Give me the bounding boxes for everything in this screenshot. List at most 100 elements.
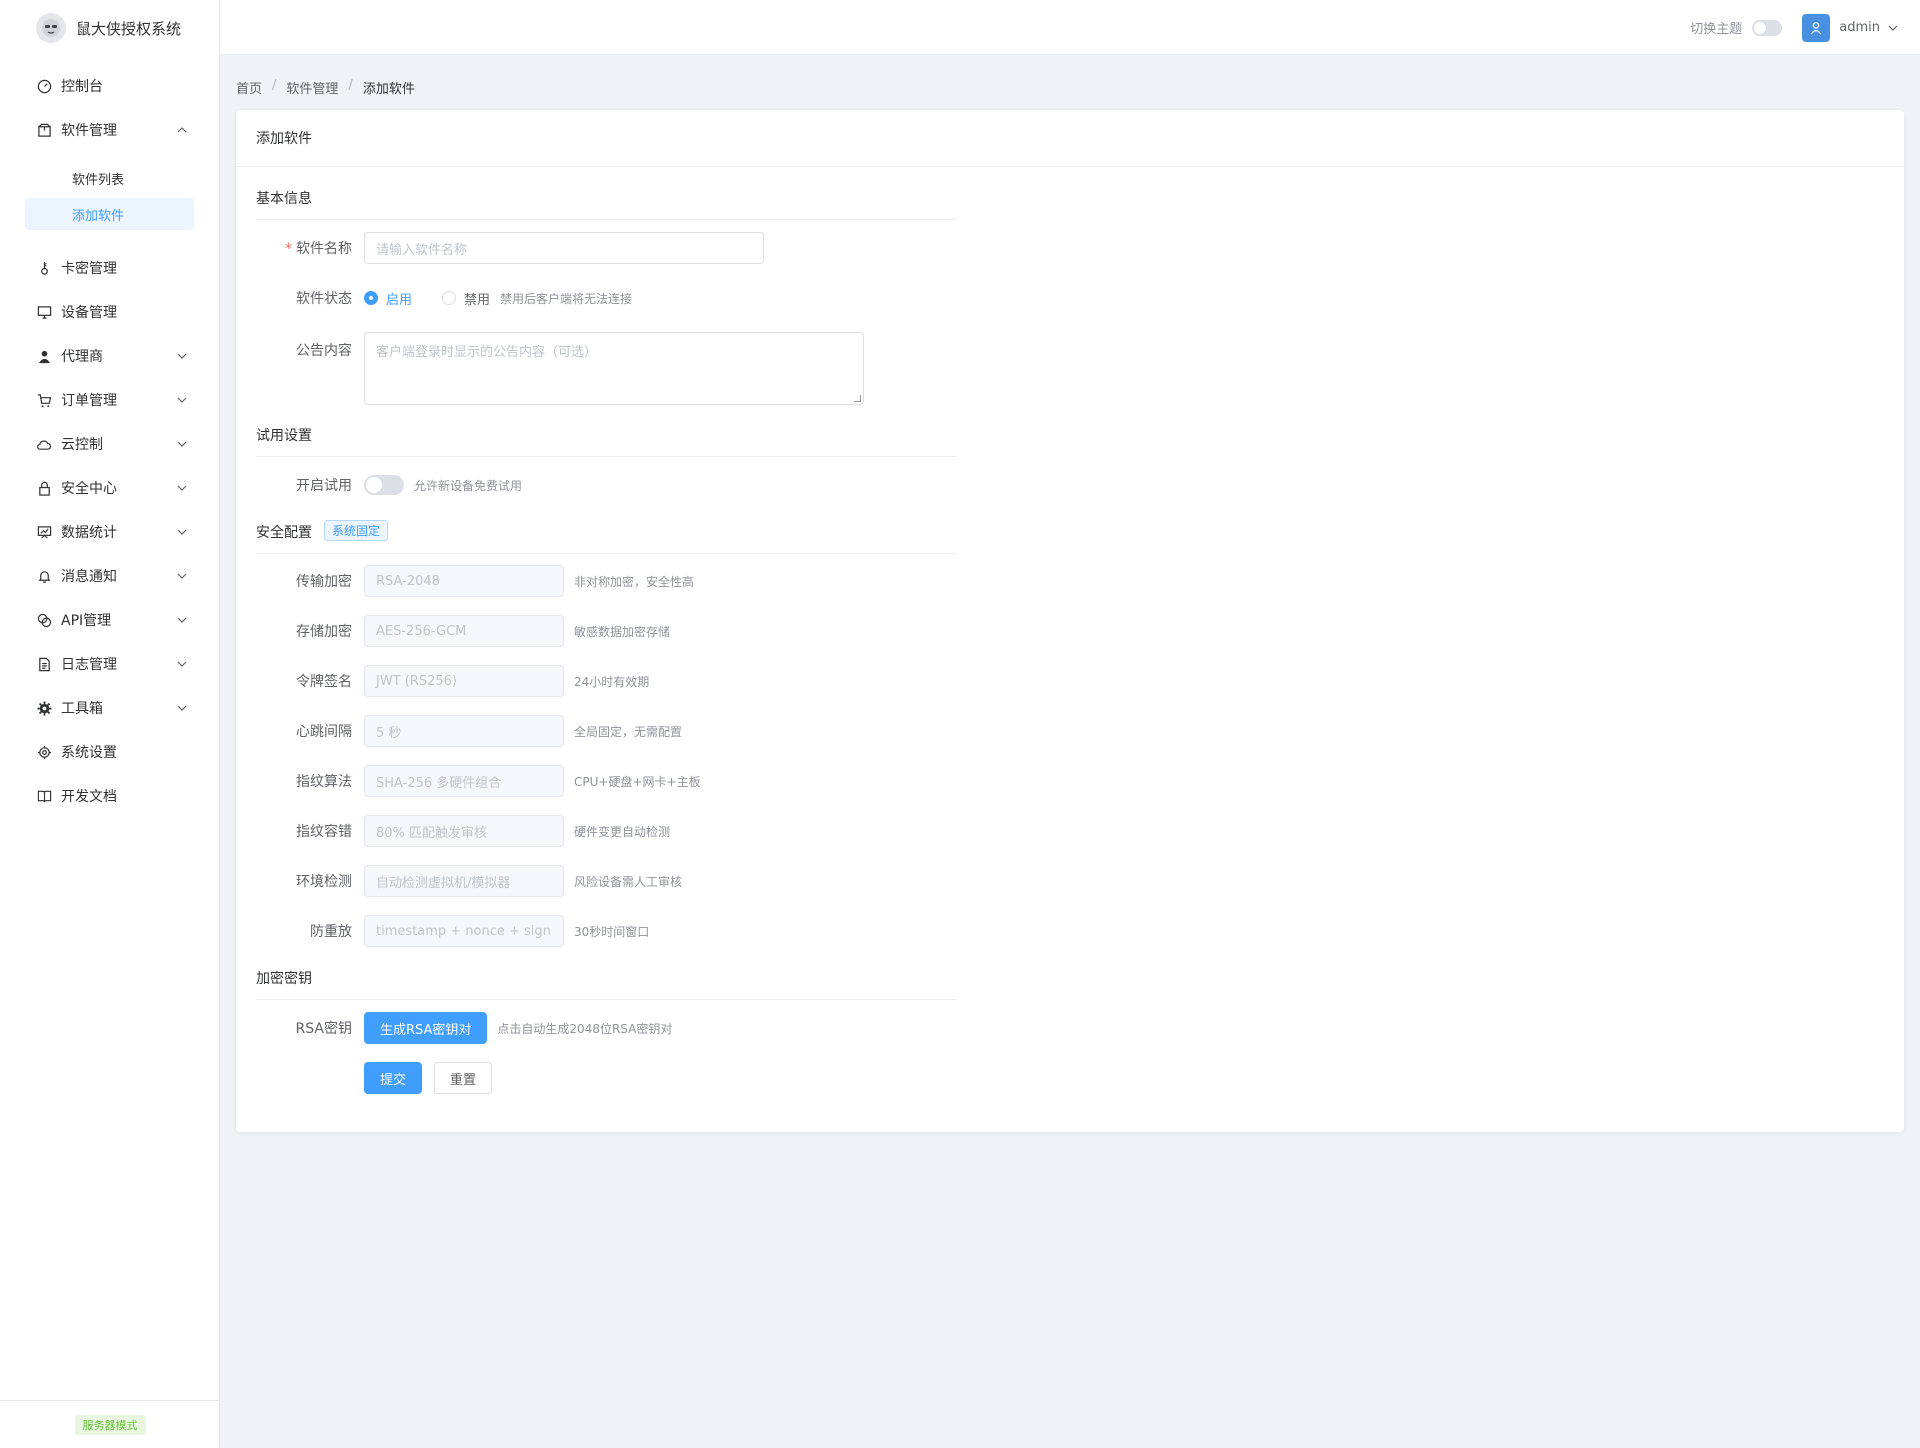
form-actions: 提交 重置 xyxy=(256,1062,1256,1094)
chevron-down-icon xyxy=(177,397,187,403)
chevron-down-icon xyxy=(177,573,187,579)
app-logo[interactable]: 鼠大侠授权系统 xyxy=(0,0,219,56)
security-row-label: 指纹算法 xyxy=(296,774,352,790)
security-row: 指纹容错 80% 匹配触发审核 硬件变更自动检测 xyxy=(256,815,1256,847)
breadcrumb-software[interactable]: 软件管理 xyxy=(286,78,338,97)
chevron-down-icon xyxy=(177,661,187,667)
rsa-key-hint: 点击自动生成2048位RSA密钥对 xyxy=(497,1021,673,1036)
security-row-hint: 24小时有效期 xyxy=(574,674,650,689)
transport-encryption-field: RSA-2048 xyxy=(364,565,564,597)
security-row: 传输加密 RSA-2048 非对称加密，安全性高 xyxy=(256,565,1256,597)
mascot-logo-icon xyxy=(36,13,66,43)
sidebar-item-orders[interactable]: 订单管理 xyxy=(0,378,219,422)
card-title: 添加软件 xyxy=(236,110,1904,167)
section-basic-info: 基本信息 xyxy=(256,188,956,220)
software-name-input[interactable]: 请输入软件名称 xyxy=(364,232,764,264)
avatar[interactable] xyxy=(1802,13,1831,42)
tools-icon xyxy=(36,700,52,716)
required-asterisk: * xyxy=(285,241,292,257)
section-title: 安全配置 xyxy=(256,525,312,541)
security-row-label: 存储加密 xyxy=(296,624,352,640)
rsa-key-label: RSA密钥 xyxy=(295,1021,352,1037)
sidebar-item-devices[interactable]: 设备管理 xyxy=(0,290,219,334)
breadcrumb-separator: / xyxy=(272,78,277,93)
sidebar-item-card-keys[interactable]: 卡密管理 xyxy=(0,246,219,290)
form-row-software-status: 软件状态 启用 禁用 禁用后客户端将无法连接 xyxy=(256,282,1256,314)
user-name[interactable]: admin xyxy=(1839,20,1880,35)
security-row: 存储加密 AES-256-GCM 敏感数据加密存储 xyxy=(256,615,1256,647)
breadcrumb-current: 添加软件 xyxy=(362,82,415,97)
trial-toggle-switch[interactable] xyxy=(364,475,404,495)
chevron-down-icon xyxy=(177,441,187,447)
fingerprint-algorithm-field: SHA-256 多硬件组合 xyxy=(364,765,564,797)
app-title: 鼠大侠授权系统 xyxy=(76,19,182,38)
dashboard-icon xyxy=(36,78,52,94)
security-row-label: 指纹容错 xyxy=(296,824,352,840)
reset-button[interactable]: 重置 xyxy=(434,1062,493,1094)
api-icon xyxy=(36,612,52,628)
chevron-up-icon xyxy=(177,127,187,133)
security-row-hint: 风险设备需人工审核 xyxy=(574,874,683,889)
security-row-hint: 敏感数据加密存储 xyxy=(574,624,671,639)
chevron-down-icon xyxy=(177,353,187,359)
sidebar-item-api[interactable]: API管理 xyxy=(0,598,219,642)
sidebar-item-software[interactable]: 软件管理 xyxy=(0,108,219,152)
trial-hint: 允许新设备免费试用 xyxy=(414,478,523,493)
status-enabled-radio[interactable]: 启用 xyxy=(364,289,412,308)
breadcrumb-separator: / xyxy=(348,78,353,93)
breadcrumb-home[interactable]: 首页 xyxy=(236,78,262,97)
theme-toggle-label: 切换主题 xyxy=(1690,22,1743,37)
notice-label: 公告内容 xyxy=(296,343,352,359)
sidebar-item-notifications[interactable]: 消息通知 xyxy=(0,554,219,598)
form-row-rsa-key: RSA密钥 生成RSA密钥对 点击自动生成2048位RSA密钥对 xyxy=(256,1012,1256,1044)
package-icon xyxy=(36,122,52,138)
theme-toggle-switch[interactable] xyxy=(1752,19,1783,36)
lock-icon xyxy=(36,480,52,496)
sidebar-item-cloud[interactable]: 云控制 xyxy=(0,422,219,466)
sidebar-item-agents[interactable]: 代理商 xyxy=(0,334,219,378)
status-disabled-radio[interactable]: 禁用 xyxy=(442,289,490,308)
bell-icon xyxy=(36,568,52,584)
submit-button[interactable]: 提交 xyxy=(364,1062,423,1094)
sidebar-footer: 服务器模式 xyxy=(0,1400,220,1448)
security-row-hint: 非对称加密，安全性高 xyxy=(574,574,695,589)
sidebar-item-statistics[interactable]: 数据统计 xyxy=(0,510,219,554)
chevron-down-icon xyxy=(177,485,187,491)
security-row: 令牌签名 JWT (RS256) 24小时有效期 xyxy=(256,665,1256,697)
form-row-notice: 公告内容 客户端登录时显示的公告内容（可选） xyxy=(256,332,1256,405)
header-actions: 切换主题 admin xyxy=(1690,0,1898,55)
sidebar-item-docs[interactable]: 开发文档 xyxy=(0,774,219,818)
sidebar: 鼠大侠授权系统 控制台 软件管理 软件列表 添加软件 卡密管理 设备管理 代理商 xyxy=(0,0,220,1448)
sidebar-item-dashboard[interactable]: 控制台 xyxy=(0,64,219,108)
section-title: 试用设置 xyxy=(256,428,312,444)
security-row: 心跳间隔 5 秒 全局固定，无需配置 xyxy=(256,715,1256,747)
generate-rsa-keypair-button[interactable]: 生成RSA密钥对 xyxy=(364,1012,488,1044)
security-row: 指纹算法 SHA-256 多硬件组合 CPU+硬盘+网卡+主板 xyxy=(256,765,1256,797)
gear-icon xyxy=(36,744,52,760)
user-avatar-icon xyxy=(1810,21,1822,34)
system-fixed-tag: 系统固定 xyxy=(324,520,389,541)
section-title: 基本信息 xyxy=(256,191,312,207)
sidebar-item-software-list[interactable]: 软件列表 xyxy=(25,162,194,194)
security-row-label: 传输加密 xyxy=(296,574,352,590)
sidebar-item-toolbox[interactable]: 工具箱 xyxy=(0,686,219,730)
top-header: 切换主题 admin xyxy=(220,0,1920,55)
server-mode-tag: 服务器模式 xyxy=(74,1414,146,1435)
notice-textarea[interactable]: 客户端登录时显示的公告内容（可选） xyxy=(364,332,864,405)
fingerprint-tolerance-field: 80% 匹配触发审核 xyxy=(364,815,564,847)
breadcrumb: 首页 / 软件管理 / 添加软件 xyxy=(236,78,415,97)
heartbeat-interval-field: 5 秒 xyxy=(364,715,564,747)
sidebar-item-logs[interactable]: 日志管理 xyxy=(0,642,219,686)
security-row: 防重放 timestamp + nonce + sign 30秒时间窗口 xyxy=(256,915,1256,947)
sidebar-item-settings[interactable]: 系统设置 xyxy=(0,730,219,774)
sidebar-item-add-software[interactable]: 添加软件 xyxy=(25,198,194,230)
monitor-icon xyxy=(36,304,52,320)
sidebar-item-security[interactable]: 安全中心 xyxy=(0,466,219,510)
book-icon xyxy=(36,788,52,804)
anti-replay-field: timestamp + nonce + sign xyxy=(364,915,564,947)
security-row-hint: CPU+硬盘+网卡+主板 xyxy=(574,774,701,789)
chevron-down-icon[interactable] xyxy=(1888,23,1898,33)
software-name-label: * 软件名称 xyxy=(285,241,352,257)
security-row: 环境检测 自动检测虚拟机/模拟器 风险设备需人工审核 xyxy=(256,865,1256,897)
document-icon xyxy=(36,656,52,672)
